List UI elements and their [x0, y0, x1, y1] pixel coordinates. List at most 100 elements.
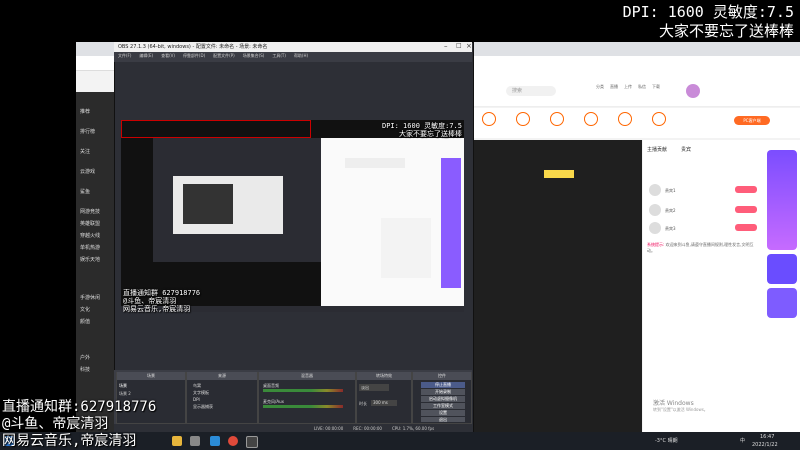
site-sidebar: 推荐 排行榜 关注 云游戏 鲨鱼 网游竞技 英雄联盟 穿越火线 单机热游 娱乐天…: [76, 92, 116, 432]
obs-title-bar: OBS 27.1.3 (64-bit, windows) - 配置文件: 未命名…: [114, 42, 472, 52]
gift-button[interactable]: [735, 224, 757, 231]
scene-item[interactable]: 场景: [119, 383, 127, 389]
promo-banner[interactable]: [767, 150, 797, 250]
sidebar-item[interactable]: 排行榜: [80, 126, 116, 138]
avatar[interactable]: [686, 84, 700, 98]
maximize-icon[interactable]: □: [456, 42, 462, 49]
promo-card[interactable]: [767, 254, 797, 284]
category-icon[interactable]: [584, 112, 598, 126]
transition-duration-input[interactable]: 300 ms: [371, 400, 397, 406]
player-badge: [544, 170, 574, 178]
sidebar-item[interactable]: 文化: [80, 304, 116, 316]
source-item[interactable]: 显示器捕获: [193, 404, 213, 410]
sources-dock: 来源 鸟窝 文字模板 DPI 显示器捕获: [186, 372, 258, 424]
gift-button[interactable]: [735, 186, 757, 193]
source-item[interactable]: DPI: [193, 397, 200, 402]
obs-menu-bar: 文件(F) 编辑(E) 查看(V) 停靠部件(D) 配置文件(P) 场景集合(S…: [114, 52, 472, 62]
close-icon[interactable]: ×: [466, 42, 472, 50]
obs-preview[interactable]: DPI: 1600 灵敏度:7.5 大家不要忘了送棒棒 直播通知群 627918…: [121, 120, 464, 313]
virtual-camera-button[interactable]: 启动虚拟摄像机: [421, 396, 465, 402]
category-icon[interactable]: [516, 112, 530, 126]
chat-tab[interactable]: 主播贡献: [647, 146, 667, 153]
source-selection-box[interactable]: [121, 120, 311, 138]
app-icon[interactable]: [210, 436, 220, 446]
sidebar-item[interactable]: 穿越火线: [80, 230, 116, 242]
sidebar-item[interactable]: 英雄联盟: [80, 218, 116, 230]
chat-tab[interactable]: 贵宾: [681, 146, 691, 153]
nav-item[interactable]: 私信: [638, 84, 646, 98]
chat-panel: 主播贡献 贵宾 贵宾1 贵宾2 贵宾3 系统提示: 欢迎来到斗鱼,请遵守直播间规…: [643, 140, 765, 432]
site-category-bar: PC客户端: [470, 108, 800, 138]
volume-meter: [263, 405, 343, 408]
sidebar-item[interactable]: 网游竞技: [80, 206, 116, 218]
menu-item[interactable]: 场景集合(S): [243, 53, 265, 59]
live-timer: LIVE: 00:00:00: [314, 426, 344, 431]
nav-item[interactable]: 分类: [596, 84, 604, 98]
exit-button[interactable]: 退出: [421, 417, 465, 422]
input-language[interactable]: 中: [740, 437, 745, 444]
sidebar-item[interactable]: 单机热游: [80, 242, 116, 254]
search-input[interactable]: 搜索: [506, 86, 556, 96]
site-header: 搜索 分类 直播 上传 私信 下载: [470, 70, 800, 107]
category-icon[interactable]: [652, 112, 666, 126]
weather-widget[interactable]: -3°C 晴朗: [655, 437, 678, 444]
sidebar-item[interactable]: 云游戏: [80, 166, 116, 178]
chrome-icon[interactable]: [228, 436, 238, 446]
overlay-reminder-text: 大家不要忘了送棒棒: [658, 22, 794, 40]
sidebar-item[interactable]: 关注: [80, 146, 116, 158]
activate-windows-title: 激活 Windows: [653, 400, 694, 407]
clock-time[interactable]: 16:47: [760, 434, 774, 440]
start-recording-button[interactable]: 开始录制: [421, 389, 465, 395]
nested-browser-capture: [321, 138, 464, 310]
category-icon[interactable]: [550, 112, 564, 126]
source-item[interactable]: 鸟窝: [193, 383, 201, 389]
studio-mode-button[interactable]: 工作室模式: [421, 403, 465, 409]
category-icon[interactable]: [618, 112, 632, 126]
menu-item[interactable]: 帮助(H): [294, 53, 308, 59]
promo-card[interactable]: [767, 288, 797, 318]
source-item[interactable]: 文字模板: [193, 390, 209, 396]
transitions-dock-title: 转场特效: [357, 372, 411, 380]
header-nav: 分类 直播 上传 私信 下载: [596, 84, 696, 98]
notice-label: 系统提示:: [647, 242, 665, 247]
settings-button[interactable]: 设置: [421, 410, 465, 416]
menu-item[interactable]: 配置文件(P): [213, 53, 235, 59]
category-icon[interactable]: [482, 112, 496, 126]
sidebar-item[interactable]: 颜值: [80, 316, 116, 328]
obs-icon[interactable]: [246, 436, 258, 448]
nested-obs-capture: [153, 138, 321, 262]
viewer-avatar: [649, 204, 661, 216]
sidebar-item[interactable]: 手游休闲: [80, 292, 116, 304]
chat-tabs: 主播贡献 贵宾: [647, 146, 691, 153]
transition-select[interactable]: 淡出: [359, 384, 389, 391]
sidebar-item[interactable]: 户外: [80, 352, 116, 364]
overlay-music-text: 网易云音乐,帝宸清羽: [2, 433, 137, 449]
controls-dock-title: 控件: [413, 372, 471, 380]
menu-item[interactable]: 文件(F): [118, 53, 131, 59]
menu-item[interactable]: 工具(T): [272, 53, 286, 59]
nav-item[interactable]: 上传: [624, 84, 632, 98]
pc-client-button[interactable]: PC客户端: [734, 116, 770, 125]
sidebar-item[interactable]: 娱乐天地: [80, 254, 116, 266]
explorer-icon[interactable]: [172, 436, 182, 446]
sidebar-item[interactable]: 科技: [80, 364, 116, 376]
menu-item[interactable]: 停靠部件(D): [183, 53, 205, 59]
viewer-name: 贵宾3: [665, 226, 676, 231]
clock-date[interactable]: 2022/1/22: [752, 442, 778, 448]
nested-capture-window: [173, 176, 283, 234]
menu-item[interactable]: 查看(V): [161, 53, 175, 59]
nav-item[interactable]: 直播: [610, 84, 618, 98]
gift-button[interactable]: [735, 206, 757, 213]
menu-item[interactable]: 编辑(E): [139, 53, 153, 59]
nav-item[interactable]: 下载: [652, 84, 660, 98]
cpu-fps: CPU: 1.7%, 60.00 fps: [391, 426, 435, 431]
stop-streaming-button[interactable]: 停止直播: [421, 382, 465, 388]
minimize-icon[interactable]: –: [444, 42, 448, 50]
app-icon[interactable]: [190, 436, 200, 446]
sidebar-item[interactable]: 鲨鱼: [80, 186, 116, 198]
activate-windows-subtitle: 转到"设置"以激活 Windows。: [653, 407, 708, 412]
nested-browser-header: [345, 158, 405, 168]
transition-duration-label: 时长: [359, 401, 367, 406]
sidebar-item[interactable]: 推荐: [80, 106, 116, 118]
mixer-dock-title: 混音器: [259, 372, 355, 380]
